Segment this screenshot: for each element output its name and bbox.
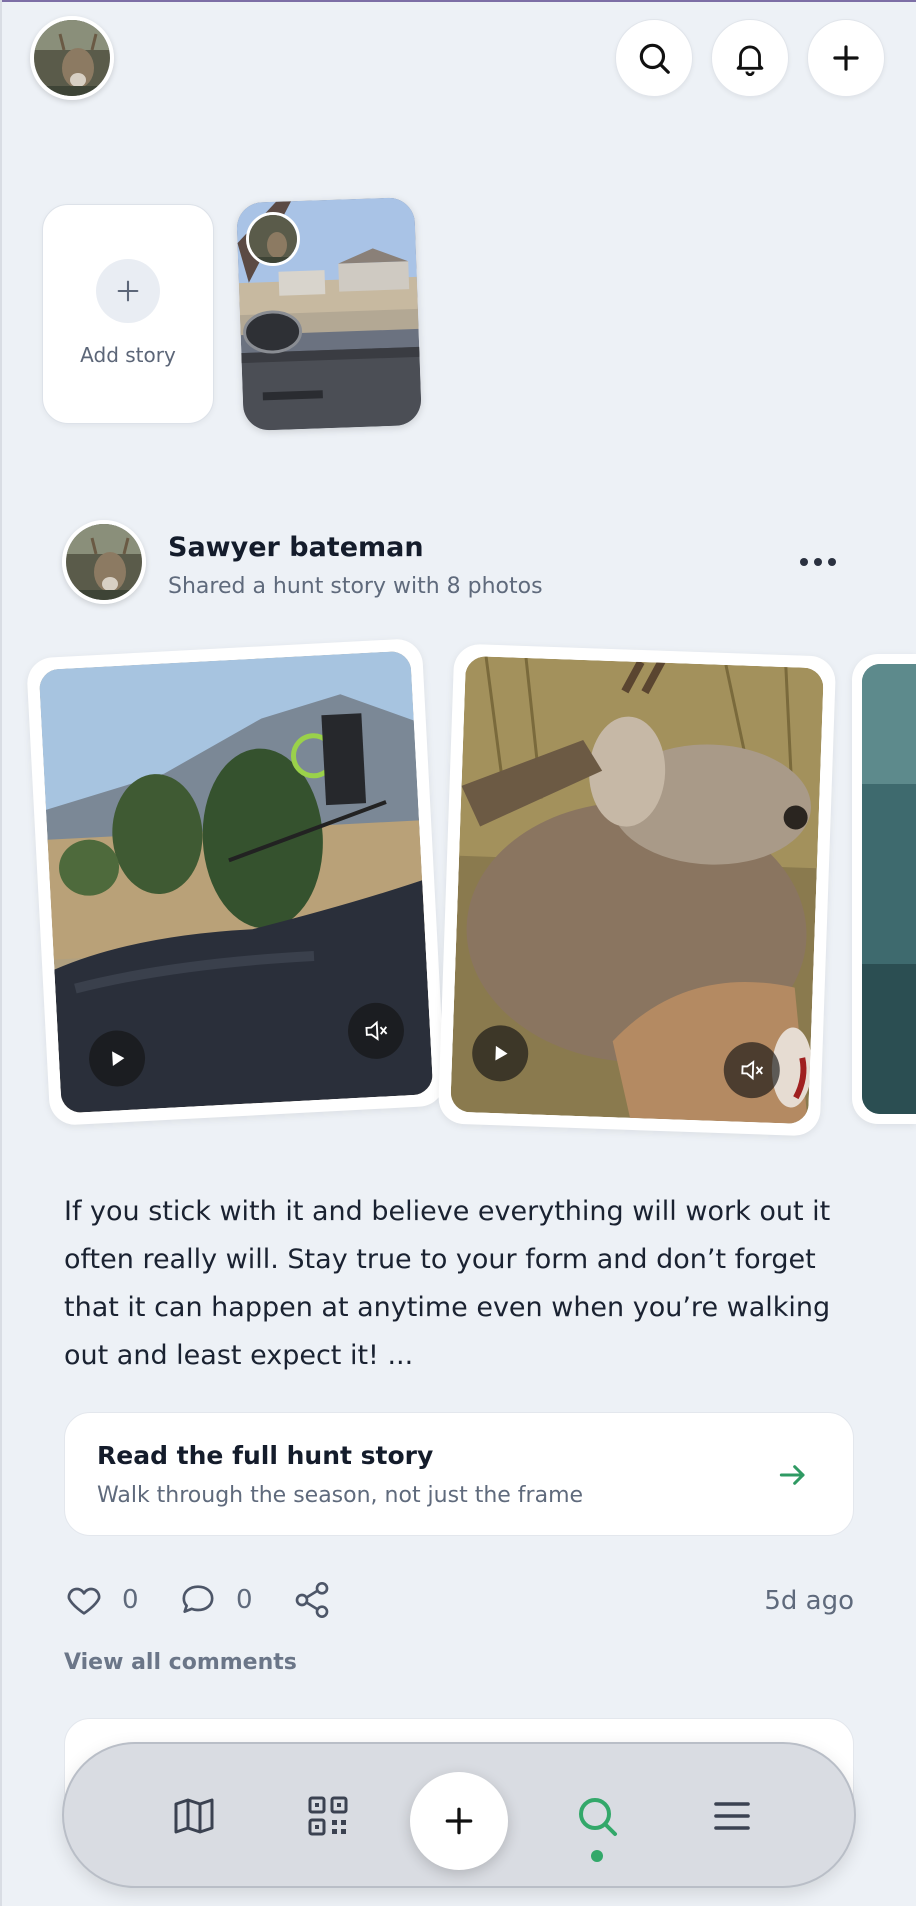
search-icon <box>579 1798 617 1836</box>
read-full-story-card[interactable]: Read the full hunt story Walk through th… <box>64 1412 854 1536</box>
nav-search[interactable] <box>569 1788 625 1844</box>
search-icon <box>639 43 670 74</box>
comment-count: 0 <box>236 1585 253 1615</box>
add-story-plus <box>96 259 160 323</box>
play-icon <box>495 1045 508 1061</box>
media-item[interactable] <box>852 654 916 1124</box>
active-indicator <box>591 1850 603 1862</box>
plus-icon <box>833 45 859 71</box>
nav-create-button[interactable] <box>410 1772 508 1870</box>
read-story-title: Read the full hunt story <box>97 1441 434 1470</box>
more-options-button[interactable] <box>796 548 840 576</box>
dot-icon <box>814 558 822 566</box>
post-author-avatar[interactable] <box>62 520 146 604</box>
add-story-card[interactable]: Add story <box>42 204 214 424</box>
map-icon <box>174 1798 214 1834</box>
story-avatar <box>246 212 300 266</box>
menu-icon <box>714 1802 750 1830</box>
heart-icon <box>67 1587 101 1615</box>
post-author-name[interactable]: Sawyer bateman <box>168 532 424 563</box>
bottom-navigation <box>62 1742 856 1888</box>
read-story-subtitle: Walk through the season, not just the fr… <box>97 1483 584 1508</box>
top-border <box>0 0 916 2</box>
media-video <box>38 650 434 1114</box>
profile-avatar[interactable] <box>30 16 114 100</box>
post-timestamp: 5d ago <box>764 1586 854 1616</box>
view-all-comments-link[interactable]: View all comments <box>64 1650 297 1675</box>
bell-icon <box>736 45 764 76</box>
media-item[interactable] <box>437 643 837 1137</box>
comment-icon <box>182 1585 214 1613</box>
share-icon <box>295 1582 329 1618</box>
mute-icon <box>365 1020 388 1041</box>
nav-menu[interactable] <box>704 1788 760 1844</box>
qr-code-icon <box>308 1796 348 1836</box>
post-author-avatar-image <box>66 524 142 600</box>
arrow-right-icon <box>779 1465 805 1485</box>
post-subtitle: Shared a hunt story with 8 photos <box>168 574 543 599</box>
plus-icon <box>117 280 139 302</box>
post-caption: If you stick with it and believe everyth… <box>64 1196 831 1371</box>
like-count: 0 <box>122 1585 139 1615</box>
nav-qr[interactable] <box>300 1788 356 1844</box>
dot-icon <box>800 558 808 566</box>
media-photo-partial <box>862 664 916 1114</box>
comment-action[interactable]: 0 <box>178 1580 253 1620</box>
media-item[interactable] <box>26 637 446 1127</box>
profile-avatar-image <box>34 20 110 96</box>
search-button[interactable] <box>615 19 693 97</box>
create-button[interactable] <box>807 19 885 97</box>
play-icon <box>112 1051 125 1067</box>
notifications-button[interactable] <box>711 19 789 97</box>
nav-map[interactable] <box>166 1788 222 1844</box>
add-story-label: Add story <box>80 343 176 367</box>
share-action[interactable] <box>292 1580 332 1620</box>
like-action[interactable]: 0 <box>64 1580 139 1620</box>
media-video <box>862 664 916 1114</box>
dot-icon <box>828 558 836 566</box>
left-border <box>0 0 2 1906</box>
mute-icon <box>741 1060 764 1081</box>
media-video <box>450 655 824 1125</box>
plus-icon <box>445 1807 473 1835</box>
